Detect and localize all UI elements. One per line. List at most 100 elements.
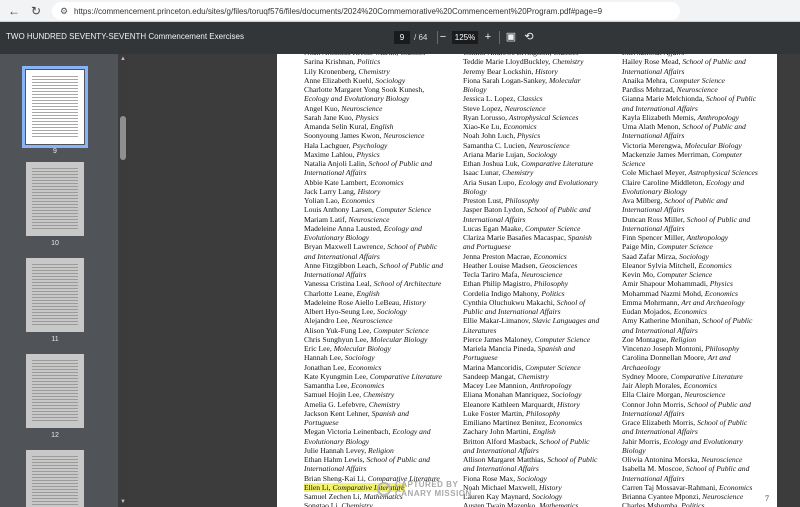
department: Sociology <box>344 353 375 363</box>
graduate-name: Saad Zafar Mirza, <box>622 251 678 261</box>
thumbnail-label: 11 <box>51 336 59 343</box>
scroll-up-icon[interactable]: ▲ <box>119 56 127 62</box>
graduate-name: Mariam Latif, <box>304 214 347 224</box>
graduate-name: Jessica L. Lopez, <box>463 94 516 104</box>
graduate-name: Jonathan Lee, <box>304 362 347 372</box>
graduate-entry: Science <box>622 159 758 168</box>
graduate-entry: Samantha C. Lucien, Neuroscience <box>463 141 599 150</box>
thumbnail-page[interactable] <box>26 258 84 332</box>
department: and Portuguese <box>463 242 511 252</box>
department: Geosciences <box>539 260 578 270</box>
graduate-name: Jack Larry Lang, <box>304 186 356 196</box>
graduate-name: Ella Claire Morgan, <box>622 390 683 400</box>
sidebar-scrollbar[interactable]: ▲ ▼ <box>118 54 128 507</box>
thumbnail-page[interactable] <box>26 354 84 428</box>
graduate-name: Anne Elizabeth Kuehl, <box>304 75 374 85</box>
graduate-entry: Finn Spencer Miller, Anthropology <box>622 233 758 242</box>
graduate-entry: Ariana Marie Lujan, Sociology <box>463 150 599 159</box>
graduate-entry: and International Affairs <box>463 446 599 455</box>
graduate-entry: Ellie Makar-Limanov, Slavic Languages an… <box>463 316 599 325</box>
graduate-entry: Carolina Donnellan Moore, Art and <box>622 353 758 362</box>
site-info-icon[interactable]: ⚙ <box>58 5 70 17</box>
graduate-entry: Eliana Monahan Manriquez, Sociology <box>463 390 599 399</box>
address-bar[interactable]: ⚙ https://commencement.princeton.edu/sit… <box>52 2 680 20</box>
watermark-line: CAPTURED BY <box>395 480 459 489</box>
graduate-name: Xiao-Ke Lu, <box>463 122 502 131</box>
page-number-input[interactable]: 9 <box>394 31 410 44</box>
rotate-icon[interactable]: ⟲ <box>522 30 536 44</box>
thumbnail-page[interactable] <box>26 162 84 236</box>
graduate-entry: Alejandro Lee, Neuroscience <box>304 316 443 325</box>
graduate-entry: International Affairs <box>622 131 758 140</box>
scroll-thumb[interactable] <box>120 116 126 160</box>
graduate-name: Amy Katherine Monihan, <box>622 316 701 326</box>
graduate-entry: Ethan Joshua Luk, Comparative Literature <box>463 159 599 168</box>
department: Chemistry <box>552 57 584 67</box>
graduate-entry: Charlotte Margaret Yong Sook Kunesh, <box>304 85 443 94</box>
department: Biology <box>463 85 487 94</box>
department: and International Affairs <box>622 103 698 113</box>
graduate-name: Macey Lee Mannion, <box>463 381 529 390</box>
department: School of Architecture <box>373 279 442 289</box>
graduate-entry: Eleanor Sylvia Mitchell, Economics <box>622 261 758 270</box>
graduate-name: Anne Fitzgibbon Leach, <box>304 260 378 270</box>
graduate-entry: Jeremy Bear Lockshin, History <box>463 67 599 76</box>
graduate-entry: Hailey Rose Mead, School of Public and <box>622 57 758 66</box>
page-number: 7 <box>765 494 769 503</box>
graduate-name: Kevin Mo, <box>622 270 655 279</box>
graduate-entry: Mariela Mancia Pineda, Spanish and <box>463 344 599 353</box>
scroll-down-icon[interactable]: ▼ <box>119 499 127 505</box>
department: International Affairs <box>622 131 685 141</box>
url-text[interactable]: https://commencement.princeton.edu/sites… <box>74 7 602 16</box>
graduate-entry: International Affairs <box>463 215 599 224</box>
fit-page-icon[interactable]: ▣ <box>504 30 518 44</box>
graduate-name: Sandeep Mangat, <box>463 371 516 381</box>
graduate-entry: Portuguese <box>463 353 599 362</box>
department: Evolutionary Biology <box>304 436 370 446</box>
graduate-name: Ellen Li, <box>304 482 331 492</box>
pdf-toolbar: TWO HUNDRED SEVENTY-SEVENTH Commencement… <box>0 22 800 54</box>
graduate-name: Anaika Mehra, <box>622 75 668 85</box>
department: Sociology <box>532 492 563 501</box>
graduate-name: Sarina Krishnan, <box>304 57 356 67</box>
reload-icon[interactable]: ↻ <box>28 3 44 19</box>
graduate-entry: Biology <box>622 446 758 455</box>
graduate-name: Samantha Lee, <box>304 381 350 390</box>
graduate-entry: Ryan Lorusso, Astrophysical Sciences <box>463 113 599 122</box>
graduate-entry: Cole Michael Meyer, Astrophysical Scienc… <box>622 168 758 177</box>
department: History <box>538 482 562 492</box>
department: Economics <box>351 381 385 390</box>
department: Art and <box>707 353 731 363</box>
thumbnail-page[interactable] <box>26 450 84 507</box>
graduate-entry: Oliwia Antonina Morska, Neuroscience <box>622 455 758 464</box>
graduate-entry: Hala Lachguer, Psychology <box>304 141 443 150</box>
graduate-entry: Jessica L. Lopez, Classics <box>463 94 599 103</box>
document-title: TWO HUNDRED SEVENTY-SEVENTH Commencement… <box>6 32 244 41</box>
department: Comparative Literature <box>670 371 743 381</box>
thumbnail-page[interactable] <box>22 66 88 148</box>
graduate-name: Pierce James Maloney, <box>463 334 533 344</box>
department: Biology <box>463 186 487 196</box>
graduate-name: Emiliano Martinez Benitez, <box>463 418 548 427</box>
graduate-entry: Chris Sunghyun Lee, Molecular Biology <box>304 335 443 344</box>
graduate-name: Isabella M. Moscoe, <box>622 464 684 474</box>
department: Neuroscience <box>341 103 383 113</box>
name-column: Noah Arminius Kreike-Martin, ClassicsSar… <box>304 54 443 507</box>
graduate-entry: International Affairs <box>304 168 443 177</box>
graduate-name: Sydney Moore, <box>622 371 669 381</box>
graduate-entry: Anaika Mehra, Computer Science <box>622 76 758 85</box>
department: School of <box>556 297 586 307</box>
department: Ecology and Evolutionary <box>518 177 598 187</box>
zoom-in-button[interactable]: + <box>481 30 495 44</box>
arrow-left-icon[interactable]: ← <box>6 3 22 19</box>
department: Portuguese <box>304 418 339 427</box>
department: Economics <box>704 288 739 298</box>
zoom-level[interactable]: 125% <box>452 31 478 44</box>
graduate-name: Vanessa Cristina Leal, <box>304 279 372 289</box>
zoom-out-button[interactable]: − <box>436 30 450 44</box>
graduate-name: Connor John Morris, <box>622 399 686 409</box>
graduate-name: Natalia Anjoli Lalin, <box>304 159 367 168</box>
graduate-entry: Sandeep Mangat, Chemistry <box>463 372 599 381</box>
department: Neuroscience <box>701 455 743 464</box>
department: History <box>357 186 381 196</box>
